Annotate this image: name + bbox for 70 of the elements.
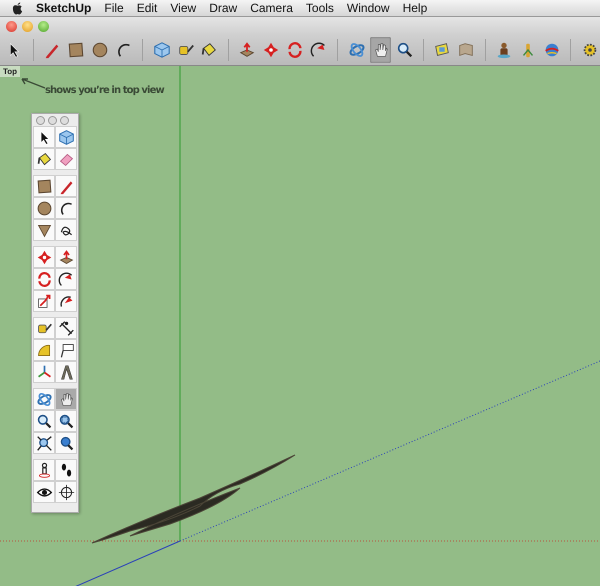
figure-tool-button[interactable] [33, 459, 55, 481]
magnifier-icon [36, 434, 52, 452]
magnifier-icon [36, 412, 52, 430]
annotation-text: shows you’re in top view [45, 85, 164, 96]
arrow-icon [20, 77, 46, 89]
app-menu[interactable]: SketchUp [36, 1, 92, 15]
view-label: Top [0, 66, 20, 77]
hand-tool-button[interactable] [370, 37, 392, 63]
triangle-tool-button[interactable] [33, 219, 55, 241]
follow-me-tool-button[interactable] [55, 268, 77, 290]
footprints-tool-button[interactable] [55, 459, 77, 481]
picture-icon [433, 41, 452, 59]
push-pull-icon [238, 41, 256, 59]
menu-item[interactable]: View [170, 1, 196, 15]
offset-tool-button[interactable] [55, 290, 77, 312]
magnifier-icon [58, 434, 74, 452]
menu-item[interactable]: Help [402, 1, 428, 15]
move-tool-button[interactable] [33, 246, 55, 268]
rotate-icon [286, 41, 304, 59]
pencil-tool-button[interactable] [55, 175, 77, 197]
section-icon [58, 484, 74, 500]
axes-icon [36, 364, 52, 380]
follow-me-icon [58, 270, 74, 288]
axes-tool-button[interactable] [33, 361, 55, 383]
magnifier-icon [396, 41, 414, 59]
push-pull-tool-button[interactable] [55, 246, 77, 268]
label-tool-button[interactable] [55, 339, 77, 361]
circle-icon [36, 200, 52, 216]
apple-logo-icon[interactable] [12, 2, 23, 14]
move-icon [36, 248, 52, 266]
cursor-tool-button[interactable] [33, 126, 55, 148]
figure-icon [495, 41, 514, 59]
menu-item[interactable]: Window [346, 1, 390, 15]
menu-item[interactable]: File [104, 1, 124, 15]
magnifier-icon [58, 412, 74, 430]
eraser-tool-button[interactable] [55, 148, 77, 170]
move-icon [262, 41, 280, 59]
hand-tool-button[interactable] [55, 388, 77, 410]
scale-icon [36, 292, 52, 310]
cube-tool-button[interactable] [55, 126, 77, 148]
scale-tool-button[interactable] [33, 290, 55, 312]
magnifier-tool-button[interactable] [33, 432, 55, 454]
cube-icon [58, 128, 74, 146]
arc-tool-button[interactable] [55, 197, 77, 219]
menu-item[interactable]: Draw [209, 1, 238, 15]
letter-tool-button[interactable] [55, 361, 77, 383]
rectangle-tool-button[interactable] [33, 175, 55, 197]
orbit-icon [348, 41, 366, 59]
orbit-icon [36, 390, 52, 408]
eye-tool-button[interactable] [33, 481, 55, 503]
globe-icon [542, 41, 561, 59]
magnifier-tool-button[interactable] [55, 432, 77, 454]
circle-icon [91, 41, 110, 59]
menu-item[interactable]: Tools [306, 1, 334, 15]
magnifier-tool-button[interactable] [33, 410, 55, 432]
circle-tool-button[interactable] [33, 197, 55, 219]
menu-item[interactable]: Camera [250, 1, 293, 15]
push-pull-icon [58, 248, 74, 266]
close-button[interactable] [6, 20, 17, 32]
rotate-tool-button[interactable] [33, 268, 55, 290]
freehand-tool-button[interactable] [55, 219, 77, 241]
protractor-tool-button[interactable] [33, 339, 55, 361]
menu-item[interactable]: Edit [136, 1, 158, 15]
orbit-tool-button[interactable] [33, 388, 55, 410]
section-tool-button[interactable] [55, 481, 77, 503]
map-icon [457, 41, 476, 59]
magnifier-tool-button[interactable] [55, 410, 77, 432]
gear-icon [580, 41, 599, 59]
rotate-icon [36, 270, 52, 288]
cube-icon [152, 41, 171, 59]
